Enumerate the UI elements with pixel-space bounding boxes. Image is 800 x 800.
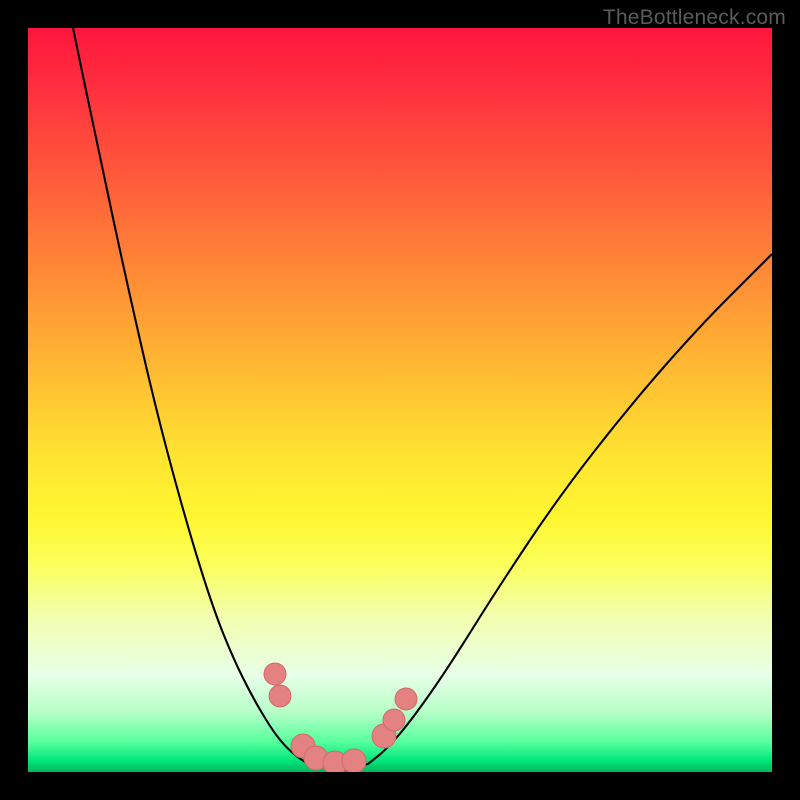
curve-left [73,28,308,764]
data-marker [269,685,291,707]
chart-plot-area [28,28,772,772]
chart-svg [28,28,772,772]
data-marker [342,749,366,772]
data-marker [264,663,286,685]
data-markers [264,663,417,772]
data-marker [395,688,417,710]
watermark-text: TheBottleneck.com [603,6,786,30]
data-marker [383,709,405,731]
curve-right [368,254,772,764]
